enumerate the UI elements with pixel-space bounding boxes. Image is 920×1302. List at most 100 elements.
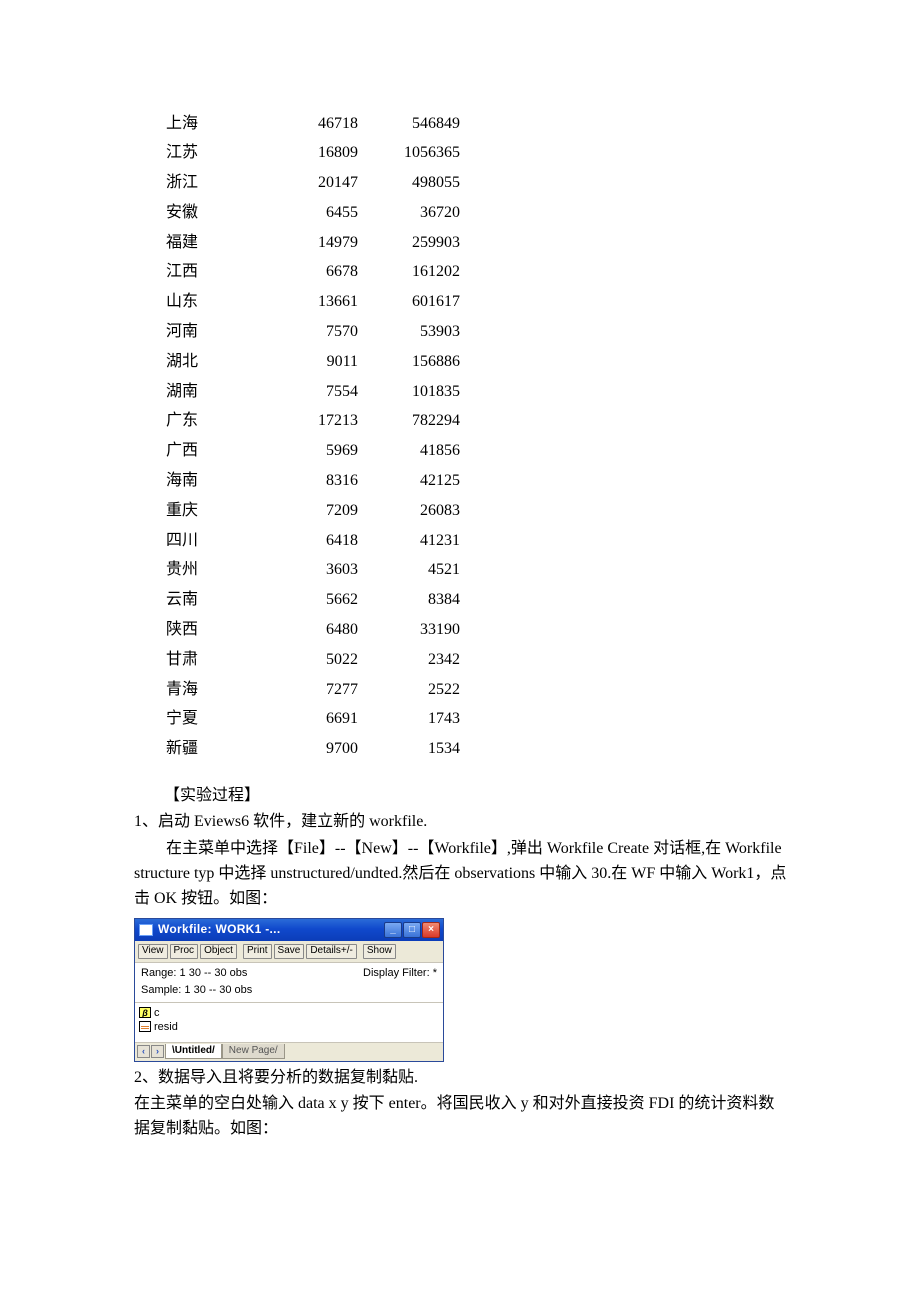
table-row: 江西6678161202: [166, 259, 460, 287]
tab-new-page[interactable]: New Page /: [222, 1044, 285, 1059]
value2-cell: 546849: [360, 110, 460, 138]
value1-cell: 6480: [278, 617, 358, 645]
region-cell: 江苏: [166, 140, 276, 168]
region-cell: 贵州: [166, 557, 276, 585]
table-row: 浙江20147498055: [166, 170, 460, 198]
table-row: 贵州36034521: [166, 557, 460, 585]
step-1-line-1: 1、启动 Eviews6 软件，建立新的 workfile.: [134, 810, 790, 835]
step-1-line-2: 在主菜单中选择【File】--【New】--【Workfile】,弹出 Work…: [134, 837, 790, 911]
workfile-icon: [139, 924, 153, 936]
value2-cell: 42125: [360, 468, 460, 496]
value2-cell: 36720: [360, 199, 460, 227]
value2-cell: 4521: [360, 557, 460, 585]
value2-cell: 2342: [360, 646, 460, 674]
value2-cell: 101835: [360, 378, 460, 406]
value1-cell: 7277: [278, 676, 358, 704]
close-button[interactable]: ×: [422, 922, 440, 938]
toolbar-details[interactable]: Details+/-: [306, 944, 357, 959]
table-row: 云南56628384: [166, 587, 460, 615]
region-cell: 宁夏: [166, 706, 276, 734]
region-cell: 河南: [166, 319, 276, 347]
value2-cell: 1534: [360, 736, 460, 764]
table-row: 新疆97001534: [166, 736, 460, 764]
table-row: 广西596941856: [166, 438, 460, 466]
region-cell: 福建: [166, 229, 276, 257]
step-2-line-1: 2、数据导入且将要分析的数据复制黏贴.: [134, 1066, 790, 1091]
series-icon: [139, 1021, 151, 1032]
value1-cell: 6691: [278, 706, 358, 734]
region-cell: 广东: [166, 408, 276, 436]
region-cell: 重庆: [166, 497, 276, 525]
window-title: Workfile: WORK1 -...: [158, 920, 280, 939]
table-row: 湖北9011156886: [166, 348, 460, 376]
value1-cell: 9700: [278, 736, 358, 764]
toolbar-print[interactable]: Print: [243, 944, 272, 959]
value2-cell: 33190: [360, 617, 460, 645]
table-row: 甘肃50222342: [166, 646, 460, 674]
value2-cell: 782294: [360, 408, 460, 436]
value1-cell: 5969: [278, 438, 358, 466]
value1-cell: 20147: [278, 170, 358, 198]
value1-cell: 5022: [278, 646, 358, 674]
value1-cell: 17213: [278, 408, 358, 436]
value1-cell: 7570: [278, 319, 358, 347]
value2-cell: 161202: [360, 259, 460, 287]
table-row: 福建14979259903: [166, 229, 460, 257]
toolbar: View Proc Object Print Save Details+/- S…: [135, 941, 443, 963]
value1-cell: 16809: [278, 140, 358, 168]
table-row: 江苏168091056365: [166, 140, 460, 168]
value2-cell: 259903: [360, 229, 460, 257]
workfile-info: Range: 1 30 -- 30 obs Sample: 1 30 -- 30…: [135, 963, 443, 1003]
region-cell: 青海: [166, 676, 276, 704]
region-cell: 广西: [166, 438, 276, 466]
value1-cell: 9011: [278, 348, 358, 376]
value2-cell: 1056365: [360, 140, 460, 168]
value2-cell: 41231: [360, 527, 460, 555]
value2-cell: 26083: [360, 497, 460, 525]
region-cell: 甘肃: [166, 646, 276, 674]
region-cell: 安徽: [166, 199, 276, 227]
value2-cell: 601617: [360, 289, 460, 317]
region-cell: 湖南: [166, 378, 276, 406]
tab-untitled[interactable]: \ Untitled /: [165, 1044, 222, 1059]
table-row: 广东17213782294: [166, 408, 460, 436]
region-cell: 浙江: [166, 170, 276, 198]
toolbar-object[interactable]: Object: [200, 944, 237, 959]
value1-cell: 7209: [278, 497, 358, 525]
value1-cell: 6678: [278, 259, 358, 287]
maximize-button[interactable]: □: [403, 922, 421, 938]
table-row: 安徽645536720: [166, 199, 460, 227]
region-cell: 湖北: [166, 348, 276, 376]
value2-cell: 53903: [360, 319, 460, 347]
region-cell: 山东: [166, 289, 276, 317]
value1-cell: 6418: [278, 527, 358, 555]
table-row: 宁夏66911743: [166, 706, 460, 734]
value1-cell: 46718: [278, 110, 358, 138]
value1-cell: 8316: [278, 468, 358, 496]
value1-cell: 3603: [278, 557, 358, 585]
object-c[interactable]: β c: [139, 1006, 439, 1020]
toolbar-view[interactable]: View: [138, 944, 168, 959]
table-row: 海南831642125: [166, 468, 460, 496]
value1-cell: 14979: [278, 229, 358, 257]
toolbar-show[interactable]: Show: [363, 944, 396, 959]
toolbar-proc[interactable]: Proc: [170, 944, 199, 959]
table-row: 上海46718546849: [166, 110, 460, 138]
value1-cell: 5662: [278, 587, 358, 615]
toolbar-save[interactable]: Save: [274, 944, 305, 959]
tab-nav-right[interactable]: ›: [151, 1045, 164, 1058]
range-label: Range: 1 30 -- 30 obs: [141, 965, 252, 982]
value1-cell: 13661: [278, 289, 358, 317]
object-c-label: c: [154, 1006, 160, 1020]
workfile-window: Workfile: WORK1 -... _ □ × View Proc Obj…: [134, 918, 444, 1062]
tab-nav-left[interactable]: ‹: [137, 1045, 150, 1058]
tab-bar: ‹ › \ Untitled / New Page /: [135, 1043, 443, 1061]
table-row: 陕西648033190: [166, 617, 460, 645]
coef-icon: β: [139, 1007, 151, 1018]
region-cell: 上海: [166, 110, 276, 138]
table-row: 河南757053903: [166, 319, 460, 347]
object-resid[interactable]: resid: [139, 1020, 439, 1034]
value2-cell: 8384: [360, 587, 460, 615]
minimize-button[interactable]: _: [384, 922, 402, 938]
display-filter: Display Filter: *: [363, 965, 437, 999]
